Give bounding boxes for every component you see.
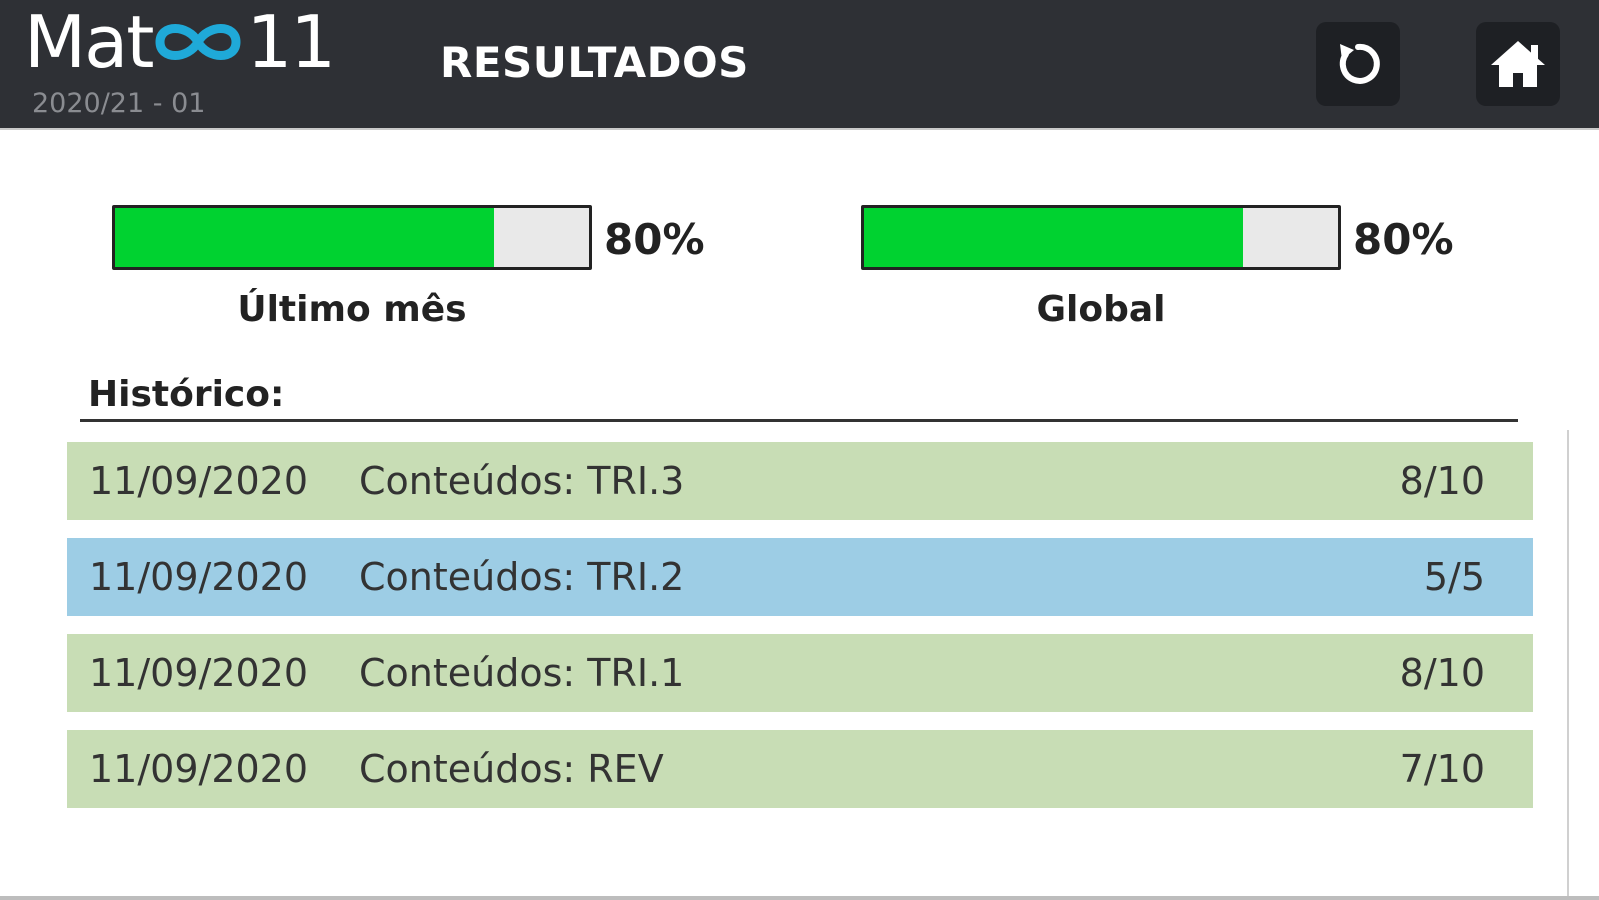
row-content: Conteúdos: TRI.2: [359, 555, 685, 599]
row-date: 11/09/2020: [89, 555, 309, 599]
history-list: 11/09/2020 Conteúdos: TRI.3 8/10 11/09/2…: [67, 442, 1533, 826]
row-date: 11/09/2020: [89, 459, 309, 503]
history-divider: [80, 419, 1518, 422]
history-row[interactable]: 11/09/2020 Conteúdos: TRI.2 5/5: [67, 538, 1533, 616]
scrollbar-track[interactable]: [1567, 430, 1569, 900]
infinity-icon: [155, 24, 241, 60]
progress-percent: 80%: [604, 215, 705, 264]
school-year-label: 2020/21 - 01: [32, 88, 206, 119]
progress-label: Global: [1036, 289, 1166, 330]
progress-fill: [115, 208, 495, 267]
home-button[interactable]: [1476, 22, 1560, 106]
progress-bar: [861, 205, 1341, 270]
reset-icon: [1339, 43, 1380, 84]
logo-suffix: 11: [246, 0, 336, 84]
logo-prefix: Mat: [24, 0, 154, 84]
row-score: 7/10: [1399, 747, 1485, 791]
progress-fill: [864, 208, 1244, 267]
row-content: Conteúdos: REV: [359, 747, 664, 791]
row-date: 11/09/2020: [89, 651, 309, 695]
reset-button[interactable]: [1316, 22, 1400, 106]
history-row[interactable]: 11/09/2020 Conteúdos: TRI.3 8/10: [67, 442, 1533, 520]
row-score: 8/10: [1399, 459, 1485, 503]
header-bar: Mat 11 2020/21 - 01 RESULTADOS: [0, 0, 1599, 130]
row-score: 8/10: [1399, 651, 1485, 695]
row-content: Conteúdos: TRI.3: [359, 459, 685, 503]
progress-label: Último mês: [237, 289, 467, 330]
row-date: 11/09/2020: [89, 747, 309, 791]
page-title: RESULTADOS: [440, 38, 749, 87]
home-icon: [1491, 41, 1545, 87]
history-row[interactable]: 11/09/2020 Conteúdos: TRI.1 8/10: [67, 634, 1533, 712]
progress-percent: 80%: [1353, 215, 1454, 264]
app-logo: Mat 11: [24, 0, 336, 84]
progress-bar: [112, 205, 592, 270]
row-score: 5/5: [1423, 555, 1485, 599]
bottom-border: [0, 896, 1599, 900]
row-content: Conteúdos: TRI.1: [359, 651, 685, 695]
history-title: Histórico:: [88, 374, 285, 415]
history-row[interactable]: 11/09/2020 Conteúdos: REV 7/10: [67, 730, 1533, 808]
